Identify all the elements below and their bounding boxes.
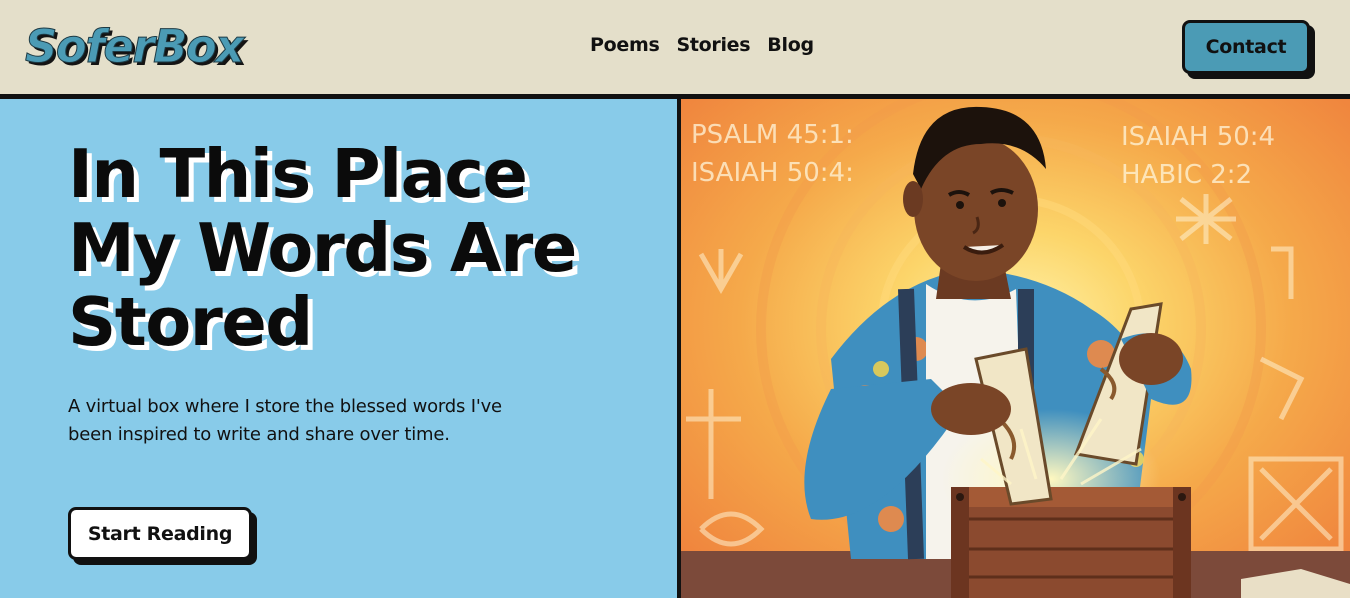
main-nav: Poems Stories Blog (590, 34, 814, 56)
hero-illustration: PSALM 45:1: ISAIAH 50:4: ISAIAH 50:4 HAB… (681, 99, 1350, 598)
contact-button[interactable]: Contact (1182, 20, 1310, 74)
hero-title-line: In This Place (68, 135, 528, 213)
hero-title-line: My Words Are (68, 209, 577, 287)
nav-link-blog[interactable]: Blog (767, 34, 814, 56)
wall-text: ISAIAH 50:4 (1121, 122, 1275, 152)
site-header: SoferBox Poems Stories Blog Contact (0, 0, 1350, 94)
start-reading-button[interactable]: Start Reading (68, 507, 252, 560)
hero-section: In This Place My Words Are Stored A virt… (0, 99, 677, 598)
nav-link-stories[interactable]: Stories (676, 34, 750, 56)
wall-text: ISAIAH 50:4: (691, 158, 854, 188)
wall-text: HABIC 2:2 (1121, 160, 1252, 190)
hero-description: A virtual box where I store the blessed … (68, 396, 502, 445)
illustration-svg: PSALM 45:1: ISAIAH 50:4: ISAIAH 50:4 HAB… (681, 99, 1350, 598)
wall-text: PSALM 45:1: (691, 120, 854, 150)
site-logo[interactable]: SoferBox (25, 20, 245, 74)
hero-title: In This Place My Words Are Stored (68, 137, 628, 359)
nav-link-poems[interactable]: Poems (590, 34, 660, 56)
hero-title-line: Stored (68, 283, 313, 361)
